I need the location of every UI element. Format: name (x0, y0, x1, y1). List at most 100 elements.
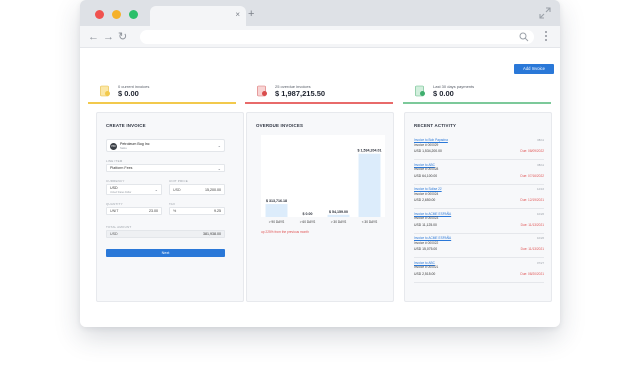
chart-category-label: > 90 DAYS (269, 220, 285, 224)
maximize-window-button[interactable] (129, 10, 138, 19)
quantity-unit: UNIT (110, 209, 119, 213)
activity-item: Invoice to Bob Papadna Invoice # 000029 08… (414, 138, 544, 160)
line-item-label: LINE ITEM (106, 159, 123, 163)
activity-time: 10/26 (537, 211, 544, 216)
due-date: Due: 12/19/2021 (520, 198, 544, 202)
invoice-amount: USD 11,125.00 (414, 222, 437, 227)
invoice-amount: USD 2,515.00 (414, 271, 436, 276)
add-invoice-button[interactable]: Add Invoice (514, 64, 554, 74)
last-30-days-payments-stat: Last 30 days payments $ 0.00 (403, 82, 553, 104)
invoice-link[interactable]: Invoice to Bob Papadna (414, 138, 448, 142)
back-button[interactable]: ← (88, 30, 99, 44)
tax-value: 9.25 (214, 209, 221, 213)
chart-category-label: > 60 DAYS (300, 220, 316, 224)
due-date: Due: 11/13/2021 (520, 222, 544, 227)
activity-item: Invoice to ACME ESPAÑA Invoice # 000022 10… (414, 236, 544, 258)
currency-label: CURRENCY (106, 179, 125, 183)
stat-value: $ 1,987,215.50 (275, 89, 326, 98)
url-input[interactable] (140, 30, 534, 44)
currency-sub: United States Dollar (110, 191, 132, 194)
due-date: Due: 07/16/2022 (520, 173, 544, 178)
current-invoices-stat: 0 current invoices $ 0.00 (88, 82, 238, 104)
tax-label: TAX (169, 202, 176, 206)
quantity-input[interactable]: UNIT 23.00 (106, 207, 162, 215)
invoice-link[interactable]: Invoice to ACME ESPAÑA (414, 236, 451, 240)
stat-underline (245, 102, 393, 104)
overdue-invoices-panel: OVERDUE INVOICES $ 313,716.18 > 90 DAYS $ … (246, 112, 394, 302)
trend-note: up 225% from the previous month (261, 230, 309, 234)
next-button[interactable]: Next (106, 249, 225, 257)
quantity-value: 23.00 (149, 209, 158, 213)
forward-button[interactable]: → (103, 30, 114, 44)
invoice-link[interactable]: Invoice to ACME ESPAÑA (414, 212, 451, 216)
invoice-number: Invoice # 000023 (414, 216, 439, 220)
stat-underline (403, 102, 551, 104)
chart-value-label: $ 54,159.00 (329, 210, 348, 214)
overdue-bar-chart: $ 313,716.18 > 90 DAYS $ 0.00 > 60 DAYS $ 54… (261, 135, 385, 224)
chart-category-label: > 30 DAYS (331, 220, 347, 224)
unit-price-label: UNIT PRICE (169, 179, 188, 183)
invoice-number: Invoice # 000029 (414, 142, 439, 147)
client-avatar: PBI (110, 142, 117, 150)
tab-bar: × + (80, 0, 560, 26)
invoice-number: Invoice # 000024 (414, 191, 439, 196)
page-content: Add Invoice 0 current invoices $ 0.00 25… (80, 48, 560, 327)
chevron-down-icon: ⌄ (217, 143, 221, 148)
overdue-invoices-stat: 25 overdue invoices $ 1,987,215.50 (245, 82, 395, 104)
activity-time: 10/26 (537, 236, 544, 240)
close-tab-icon[interactable]: × (235, 8, 240, 22)
tax-input[interactable]: % 9.25 (169, 207, 225, 215)
client-subtitle: Nakia (120, 146, 127, 150)
line-item-select[interactable]: Platform Fees ⌄ (106, 164, 225, 172)
stat-underline (88, 102, 236, 104)
search-icon (519, 32, 529, 42)
fullscreen-icon[interactable] (538, 6, 552, 20)
browser-tab[interactable]: × (150, 6, 246, 26)
new-tab-button[interactable]: + (248, 7, 254, 21)
quantity-label: QUANTITY (106, 202, 123, 206)
currency-select[interactable]: USD United States Dollar ⌄ (106, 184, 162, 195)
chart-bar[interactable] (358, 153, 381, 217)
invoice-link[interactable]: Invoice to ABC (414, 163, 435, 167)
chevron-down-icon: ⌄ (217, 166, 221, 171)
invoice-link[interactable]: Invoice to Solise 22 (414, 187, 442, 191)
reload-button[interactable]: ↻ (118, 30, 127, 44)
minimize-window-button[interactable] (112, 10, 121, 19)
activity-time: 08/11 (537, 162, 544, 167)
recent-activity-panel: RECENT ACTIVITY Invoice to Bob Papadna In… (404, 112, 552, 302)
address-bar: ← → ↻ (80, 26, 560, 48)
menu-icon[interactable] (545, 31, 548, 43)
create-invoice-panel: CREATE INVOICE PBI Petroleum Bog Inc Nak… (96, 112, 244, 302)
chart-value-label: $ 313,716.18 (266, 199, 287, 203)
stat-value: $ 0.00 (433, 89, 454, 98)
total-label: TOTAL AMOUNT (106, 225, 132, 229)
tax-unit: % (173, 209, 177, 213)
activity-item: Invoice to ABC Invoice # 000028 08/11 USD 6… (414, 163, 544, 185)
total-value: 381,938.00 (203, 232, 221, 236)
invoice-link[interactable]: Invoice to ABC (414, 261, 435, 265)
client-select[interactable]: PBI Petroleum Bog Inc Nakia ⌄ (106, 139, 225, 152)
invoice-amount: USD 64,100.00 (414, 173, 438, 178)
activity-item: Invoice to Solise 22 Invoice # 000024 12/1… (414, 187, 544, 209)
activity-time: 07/27 (537, 260, 544, 265)
client-name: Petroleum Bog Inc (120, 142, 150, 146)
unit-price-input[interactable]: USD 15,200.00 (169, 184, 225, 195)
chevron-down-icon: ⌄ (154, 187, 158, 192)
invoice-number: Invoice # 000022 (414, 240, 439, 245)
panel-title: CREATE INVOICE (106, 123, 146, 128)
due-date: Due: 08/09/2022 (520, 149, 544, 153)
invoice-amount: USD 2,650.00 (414, 198, 436, 202)
chart-value-label: $ 1,534,204.01 (358, 149, 382, 153)
chart-bar[interactable] (265, 204, 288, 217)
close-window-button[interactable] (95, 10, 104, 19)
total-amount-field: USD 381,938.00 (106, 230, 225, 238)
chart-bar[interactable] (327, 214, 350, 217)
unit-price-currency: USD (173, 188, 181, 192)
activity-time: 08/11 (537, 138, 544, 142)
invoice-amount: USD 1,534,200.00 (414, 149, 442, 153)
line-item-value: Platform Fees (110, 166, 133, 170)
activity-time: 12/16 (537, 187, 544, 191)
stat-value: $ 0.00 (118, 89, 139, 98)
panel-title: RECENT ACTIVITY (414, 123, 457, 128)
due-date: Due: 11/13/2021 (520, 247, 544, 251)
